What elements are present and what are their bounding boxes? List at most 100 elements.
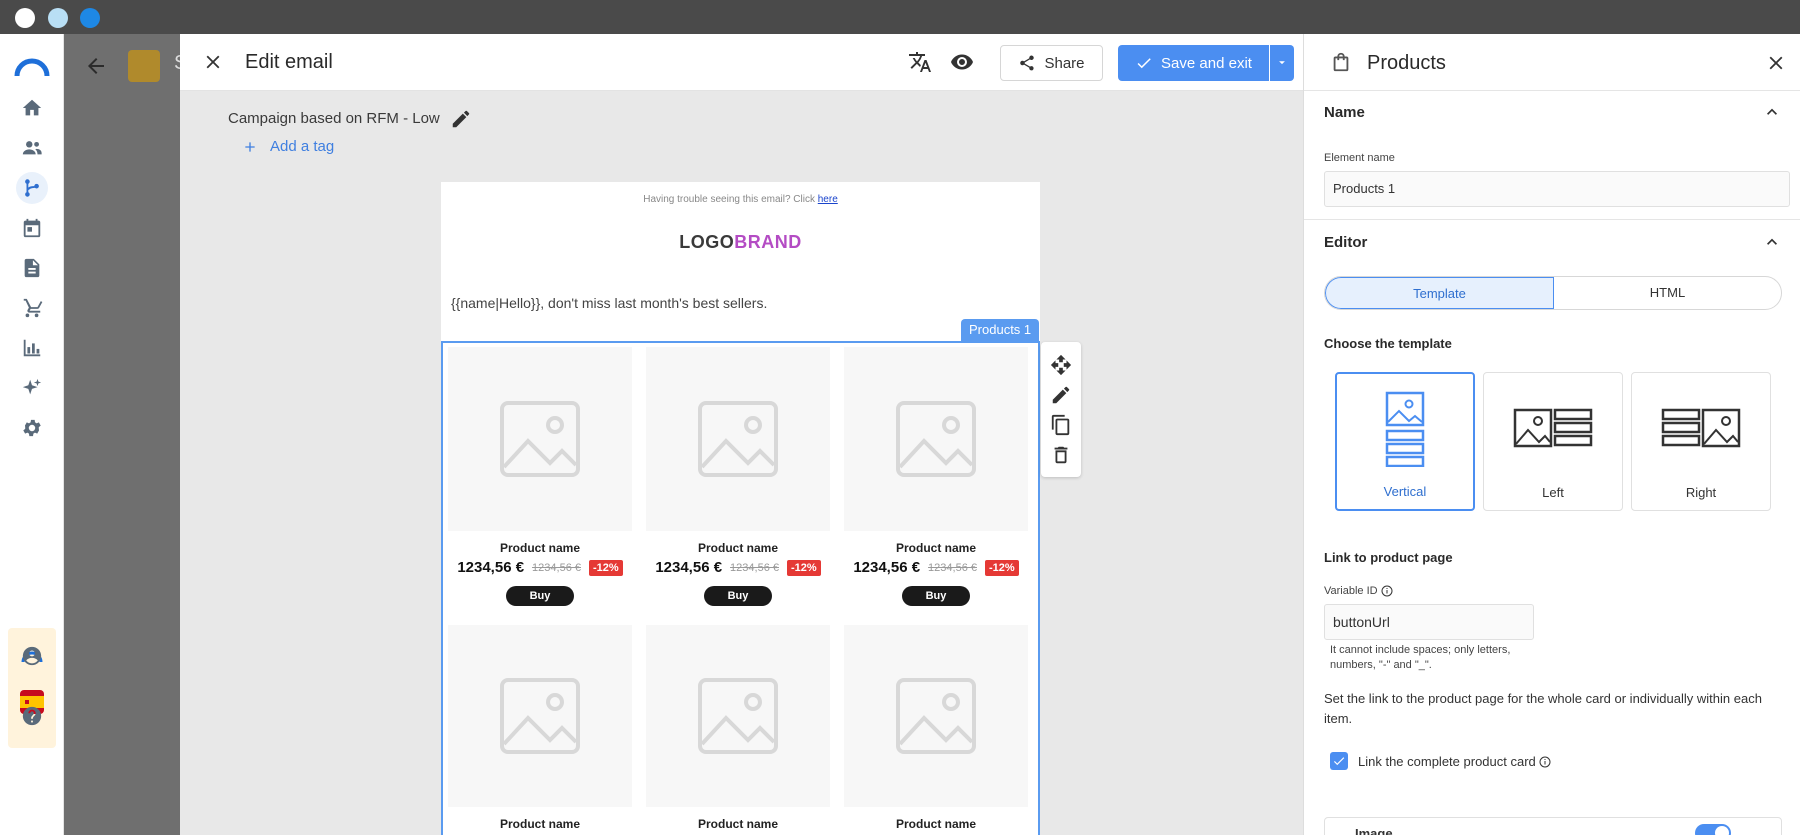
product-card[interactable]: Product name — [646, 625, 830, 831]
link-description: Set the link to the product page for the… — [1324, 691, 1762, 726]
cart-icon[interactable] — [16, 292, 48, 324]
block-toolbar — [1041, 342, 1081, 477]
products-block[interactable]: Product name 1234,56 € 1234,56 € -12% Bu… — [441, 341, 1040, 835]
name-section-title[interactable]: Name — [1324, 104, 1365, 121]
greeting-text[interactable]: {{name|Hello}}, don't miss last month's … — [451, 295, 767, 311]
product-card[interactable]: Product name 1234,56 € 1234,56 € -12% Bu… — [448, 347, 632, 606]
product-old-price: 1234,56 € — [730, 561, 779, 574]
edit-pencil-icon[interactable] — [1050, 384, 1072, 406]
settings-gear-icon[interactable] — [16, 412, 48, 444]
save-options-dropdown[interactable] — [1270, 45, 1294, 81]
preview-eye-icon[interactable] — [950, 50, 974, 74]
product-name: Product name — [895, 541, 976, 555]
product-price: 1234,56 € — [457, 559, 525, 576]
close-panel-icon[interactable] — [1765, 52, 1787, 74]
variable-id-input[interactable]: buttonUrl — [1324, 604, 1534, 640]
maximize-window-icon[interactable] — [80, 8, 100, 28]
variable-id-label: Variable ID — [1324, 585, 1393, 597]
save-and-exit-button[interactable]: Save and exit — [1118, 45, 1269, 81]
close-icon[interactable] — [202, 51, 224, 73]
chevron-up-icon[interactable] — [1762, 232, 1782, 252]
minimize-window-icon[interactable] — [48, 8, 68, 28]
template-label: Left — [1542, 485, 1564, 500]
product-prices: 1234,56 € 1234,56 € -12% — [844, 559, 1028, 576]
product-price: 1234,56 € — [853, 559, 921, 576]
template-vertical[interactable]: Vertical — [1335, 372, 1475, 511]
ai-sparkle-icon[interactable] — [16, 372, 48, 404]
product-card[interactable]: Product name — [448, 625, 632, 831]
product-name: Product name — [697, 541, 778, 555]
editor-title: Edit email — [245, 51, 333, 73]
image-placeholder-icon — [896, 401, 976, 477]
product-prices: 1234,56 € 1234,56 € -12% — [646, 559, 830, 576]
check-icon — [1137, 58, 1151, 69]
template-label: Right — [1685, 485, 1717, 500]
product-prices: 1234,56 € 1234,56 € -12% — [448, 559, 632, 576]
trouble-viewing-text: Having trouble seeing this email? Click … — [643, 194, 838, 205]
tab-html[interactable]: HTML — [1554, 277, 1781, 309]
user-account-icon[interactable] — [16, 640, 48, 672]
info-icon[interactable] — [1381, 585, 1393, 597]
email-type-icon — [128, 50, 160, 82]
contacts-icon[interactable] — [16, 132, 48, 164]
buy-button[interactable]: Buy — [704, 586, 772, 606]
image-placeholder-icon — [500, 401, 580, 477]
add-tag-button[interactable]: Add a tag — [242, 138, 334, 155]
product-card[interactable]: Product name 1234,56 € 1234,56 € -12% Bu… — [646, 347, 830, 606]
left-navigation — [0, 34, 64, 835]
calendar-icon[interactable] — [16, 212, 48, 244]
delete-trash-icon[interactable] — [1050, 444, 1072, 466]
product-card[interactable]: Product name — [844, 625, 1028, 831]
view-online-link[interactable]: here — [818, 194, 838, 205]
product-name: Product name — [895, 817, 976, 831]
left-layout-icon — [1484, 383, 1622, 473]
buy-button[interactable]: Buy — [902, 586, 970, 606]
share-button[interactable]: Share — [1000, 45, 1103, 81]
tab-template[interactable]: Template — [1325, 277, 1554, 309]
home-icon[interactable] — [16, 92, 48, 124]
image-placeholder-icon — [896, 678, 976, 754]
element-name-label: Element name — [1324, 152, 1395, 164]
discount-badge: -12% — [786, 559, 821, 576]
section-divider — [1304, 219, 1800, 220]
product-name: Product name — [499, 817, 580, 831]
duplicate-icon[interactable] — [1050, 414, 1072, 436]
document-icon[interactable] — [16, 252, 48, 284]
products-block-tag: Products 1 — [961, 319, 1040, 341]
panel-header: Products — [1304, 34, 1800, 91]
template-right[interactable]: Right — [1631, 372, 1771, 511]
info-icon[interactable] — [1539, 756, 1551, 768]
vertical-layout-icon — [1337, 384, 1473, 474]
add-tag-label: Add a tag — [270, 138, 335, 155]
image-section-row[interactable]: Image — [1324, 817, 1782, 835]
image-toggle[interactable] — [1695, 824, 1731, 835]
analytics-icon[interactable] — [16, 332, 48, 364]
help-icon[interactable] — [16, 700, 48, 732]
buy-button[interactable]: Buy — [506, 586, 574, 606]
app-logo-icon[interactable] — [14, 54, 50, 78]
product-image-placeholder — [844, 347, 1028, 531]
back-arrow-icon — [88, 58, 104, 74]
chevron-up-icon[interactable] — [1762, 102, 1782, 122]
element-name-input[interactable]: Products 1 — [1324, 171, 1790, 207]
product-old-price: 1234,56 € — [928, 561, 977, 574]
image-section-label: Image — [1355, 826, 1393, 835]
link-complete-card-checkbox[interactable] — [1330, 752, 1348, 770]
translate-icon[interactable] — [908, 50, 932, 74]
plus-icon — [245, 141, 255, 152]
edit-campaign-title-icon[interactable] — [450, 108, 472, 130]
close-window-icon[interactable] — [15, 8, 35, 28]
editor-section-title[interactable]: Editor — [1324, 234, 1367, 251]
link-product-page-title: Link to product page — [1324, 550, 1453, 565]
product-card[interactable]: Product name 1234,56 € 1234,56 € -12% Bu… — [844, 347, 1028, 606]
product-image-placeholder — [646, 625, 830, 807]
editor-mode-switch: Template HTML — [1324, 276, 1782, 310]
product-image-placeholder — [448, 347, 632, 531]
share-label: Share — [1044, 54, 1085, 72]
move-icon[interactable] — [1050, 354, 1072, 376]
automation-icon[interactable] — [16, 172, 48, 204]
brand-logo[interactable]: LOGOBRAND — [441, 232, 1040, 253]
email-canvas[interactable]: Having trouble seeing this email? Click … — [441, 182, 1040, 835]
template-left[interactable]: Left — [1483, 372, 1623, 511]
share-icon — [1020, 55, 1035, 71]
